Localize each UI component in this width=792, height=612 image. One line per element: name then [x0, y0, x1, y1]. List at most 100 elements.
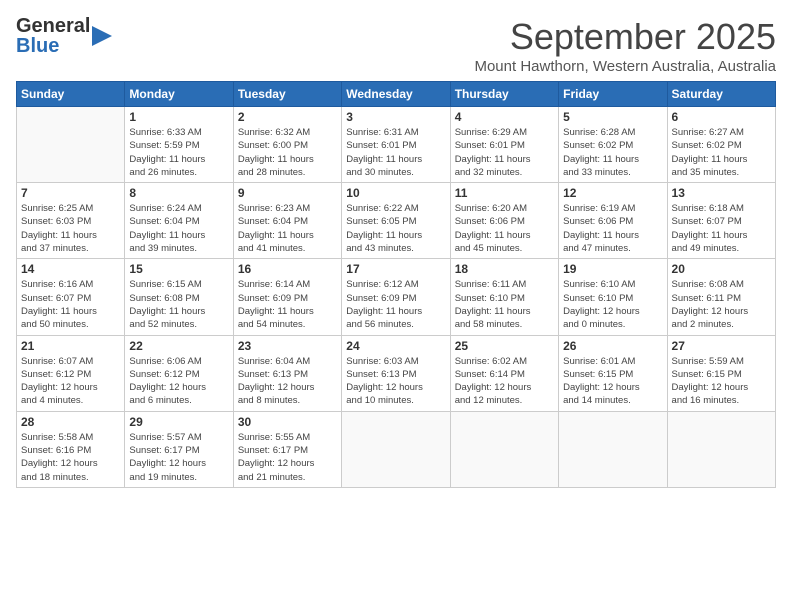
day-number: 23: [238, 339, 337, 353]
calendar-cell: 27 Sunrise: 5:59 AM Sunset: 6:15 PM Dayli…: [667, 335, 775, 411]
location-subtitle: Mount Hawthorn, Western Australia, Austr…: [474, 58, 776, 75]
day-info: Sunrise: 6:03 AM Sunset: 6:13 PM Dayligh…: [346, 355, 445, 408]
day-number: 19: [563, 262, 662, 276]
page-header: General Blue September 2025 Mount Hawtho…: [16, 16, 776, 75]
day-number: 14: [21, 262, 120, 276]
day-info: Sunrise: 5:55 AM Sunset: 6:17 PM Dayligh…: [238, 431, 337, 484]
day-number: 4: [455, 110, 554, 124]
calendar-cell: 20 Sunrise: 6:08 AM Sunset: 6:11 PM Dayli…: [667, 259, 775, 335]
day-number: 21: [21, 339, 120, 353]
calendar-cell: 8Sunrise: 6:24 AM Sunset: 6:04 PM Daylig…: [125, 183, 233, 259]
calendar-cell: 2 Sunrise: 6:32 AM Sunset: 6:00 PM Daylig…: [233, 107, 341, 183]
calendar-cell: 9Sunrise: 6:23 AM Sunset: 6:04 PM Daylig…: [233, 183, 341, 259]
day-number: 13: [672, 186, 771, 200]
day-info: Sunrise: 5:59 AM Sunset: 6:15 PM Dayligh…: [672, 355, 771, 408]
calendar-cell: 22 Sunrise: 6:06 AM Sunset: 6:12 PM Dayli…: [125, 335, 233, 411]
calendar-cell: 21 Sunrise: 6:07 AM Sunset: 6:12 PM Dayli…: [17, 335, 125, 411]
day-number: 2: [238, 110, 337, 124]
calendar-cell: [17, 107, 125, 183]
calendar-table: SundayMondayTuesdayWednesdayThursdayFrid…: [16, 81, 776, 488]
day-info: Sunrise: 6:15 AM Sunset: 6:08 PM Dayligh…: [129, 278, 228, 331]
calendar-cell: 3Sunrise: 6:31 AM Sunset: 6:01 PM Daylig…: [342, 107, 450, 183]
day-info: Sunrise: 6:07 AM Sunset: 6:12 PM Dayligh…: [21, 355, 120, 408]
day-number: 8: [129, 186, 228, 200]
calendar-cell: 28 Sunrise: 5:58 AM Sunset: 6:16 PM Dayli…: [17, 411, 125, 487]
day-info: Sunrise: 6:02 AM Sunset: 6:14 PM Dayligh…: [455, 355, 554, 408]
day-info: Sunrise: 6:32 AM Sunset: 6:00 PM Dayligh…: [238, 126, 337, 179]
day-info: Sunrise: 6:33 AM Sunset: 5:59 PM Dayligh…: [129, 126, 228, 179]
weekday-header-row: SundayMondayTuesdayWednesdayThursdayFrid…: [17, 82, 776, 107]
calendar-cell: 18Sunrise: 6:11 AM Sunset: 6:10 PM Dayli…: [450, 259, 558, 335]
day-info: Sunrise: 6:11 AM Sunset: 6:10 PM Dayligh…: [455, 278, 554, 331]
day-number: 29: [129, 415, 228, 429]
day-number: 24: [346, 339, 445, 353]
calendar-cell: 14 Sunrise: 6:16 AM Sunset: 6:07 PM Dayli…: [17, 259, 125, 335]
day-number: 27: [672, 339, 771, 353]
calendar-cell: [559, 411, 667, 487]
calendar-cell: 23 Sunrise: 6:04 AM Sunset: 6:13 PM Dayli…: [233, 335, 341, 411]
title-area: September 2025 Mount Hawthorn, Western A…: [474, 16, 776, 75]
weekday-header-wednesday: Wednesday: [342, 82, 450, 107]
calendar-cell: 13 Sunrise: 6:18 AM Sunset: 6:07 PM Dayli…: [667, 183, 775, 259]
day-number: 1: [129, 110, 228, 124]
calendar-cell: 24 Sunrise: 6:03 AM Sunset: 6:13 PM Dayli…: [342, 335, 450, 411]
day-number: 26: [563, 339, 662, 353]
day-info: Sunrise: 6:06 AM Sunset: 6:12 PM Dayligh…: [129, 355, 228, 408]
calendar-cell: 15 Sunrise: 6:15 AM Sunset: 6:08 PM Dayli…: [125, 259, 233, 335]
day-number: 9: [238, 186, 337, 200]
calendar-cell: 19 Sunrise: 6:10 AM Sunset: 6:10 PM Dayli…: [559, 259, 667, 335]
calendar-cell: [342, 411, 450, 487]
weekday-header-tuesday: Tuesday: [233, 82, 341, 107]
day-number: 17: [346, 262, 445, 276]
calendar-cell: 30 Sunrise: 5:55 AM Sunset: 6:17 PM Dayli…: [233, 411, 341, 487]
month-title: September 2025: [474, 16, 776, 58]
calendar-cell: [450, 411, 558, 487]
day-info: Sunrise: 6:20 AM Sunset: 6:06 PM Dayligh…: [455, 202, 554, 255]
day-number: 20: [672, 262, 771, 276]
day-number: 10: [346, 186, 445, 200]
calendar-cell: 26 Sunrise: 6:01 AM Sunset: 6:15 PM Dayli…: [559, 335, 667, 411]
day-number: 16: [238, 262, 337, 276]
calendar-cell: 6Sunrise: 6:27 AM Sunset: 6:02 PM Daylig…: [667, 107, 775, 183]
calendar-cell: 17Sunrise: 6:12 AM Sunset: 6:09 PM Dayli…: [342, 259, 450, 335]
day-info: Sunrise: 6:29 AM Sunset: 6:01 PM Dayligh…: [455, 126, 554, 179]
day-info: Sunrise: 6:14 AM Sunset: 6:09 PM Dayligh…: [238, 278, 337, 331]
day-info: Sunrise: 6:25 AM Sunset: 6:03 PM Dayligh…: [21, 202, 120, 255]
day-number: 28: [21, 415, 120, 429]
week-row-2: 7 Sunrise: 6:25 AM Sunset: 6:03 PM Daylig…: [17, 183, 776, 259]
day-info: Sunrise: 5:58 AM Sunset: 6:16 PM Dayligh…: [21, 431, 120, 484]
day-info: Sunrise: 6:10 AM Sunset: 6:10 PM Dayligh…: [563, 278, 662, 331]
calendar-cell: 1 Sunrise: 6:33 AM Sunset: 5:59 PM Daylig…: [125, 107, 233, 183]
day-info: Sunrise: 6:31 AM Sunset: 6:01 PM Dayligh…: [346, 126, 445, 179]
calendar-cell: 11 Sunrise: 6:20 AM Sunset: 6:06 PM Dayli…: [450, 183, 558, 259]
day-info: Sunrise: 6:22 AM Sunset: 6:05 PM Dayligh…: [346, 202, 445, 255]
logo-arrow-icon: [92, 26, 112, 46]
week-row-4: 21 Sunrise: 6:07 AM Sunset: 6:12 PM Dayli…: [17, 335, 776, 411]
day-number: 15: [129, 262, 228, 276]
day-info: Sunrise: 6:01 AM Sunset: 6:15 PM Dayligh…: [563, 355, 662, 408]
day-info: Sunrise: 6:19 AM Sunset: 6:06 PM Dayligh…: [563, 202, 662, 255]
day-info: Sunrise: 6:04 AM Sunset: 6:13 PM Dayligh…: [238, 355, 337, 408]
calendar-cell: 10 Sunrise: 6:22 AM Sunset: 6:05 PM Dayli…: [342, 183, 450, 259]
weekday-header-friday: Friday: [559, 82, 667, 107]
day-number: 12: [563, 186, 662, 200]
day-number: 30: [238, 415, 337, 429]
calendar-cell: 25Sunrise: 6:02 AM Sunset: 6:14 PM Dayli…: [450, 335, 558, 411]
calendar-cell: 5 Sunrise: 6:28 AM Sunset: 6:02 PM Daylig…: [559, 107, 667, 183]
calendar-cell: 12 Sunrise: 6:19 AM Sunset: 6:06 PM Dayli…: [559, 183, 667, 259]
day-info: Sunrise: 6:28 AM Sunset: 6:02 PM Dayligh…: [563, 126, 662, 179]
weekday-header-sunday: Sunday: [17, 82, 125, 107]
day-number: 11: [455, 186, 554, 200]
day-number: 5: [563, 110, 662, 124]
day-info: Sunrise: 6:27 AM Sunset: 6:02 PM Dayligh…: [672, 126, 771, 179]
day-info: Sunrise: 6:16 AM Sunset: 6:07 PM Dayligh…: [21, 278, 120, 331]
day-number: 7: [21, 186, 120, 200]
weekday-header-monday: Monday: [125, 82, 233, 107]
day-info: Sunrise: 6:08 AM Sunset: 6:11 PM Dayligh…: [672, 278, 771, 331]
calendar-cell: 29 Sunrise: 5:57 AM Sunset: 6:17 PM Dayli…: [125, 411, 233, 487]
day-info: Sunrise: 5:57 AM Sunset: 6:17 PM Dayligh…: [129, 431, 228, 484]
calendar-cell: 7 Sunrise: 6:25 AM Sunset: 6:03 PM Daylig…: [17, 183, 125, 259]
day-info: Sunrise: 6:18 AM Sunset: 6:07 PM Dayligh…: [672, 202, 771, 255]
calendar-cell: [667, 411, 775, 487]
day-number: 22: [129, 339, 228, 353]
